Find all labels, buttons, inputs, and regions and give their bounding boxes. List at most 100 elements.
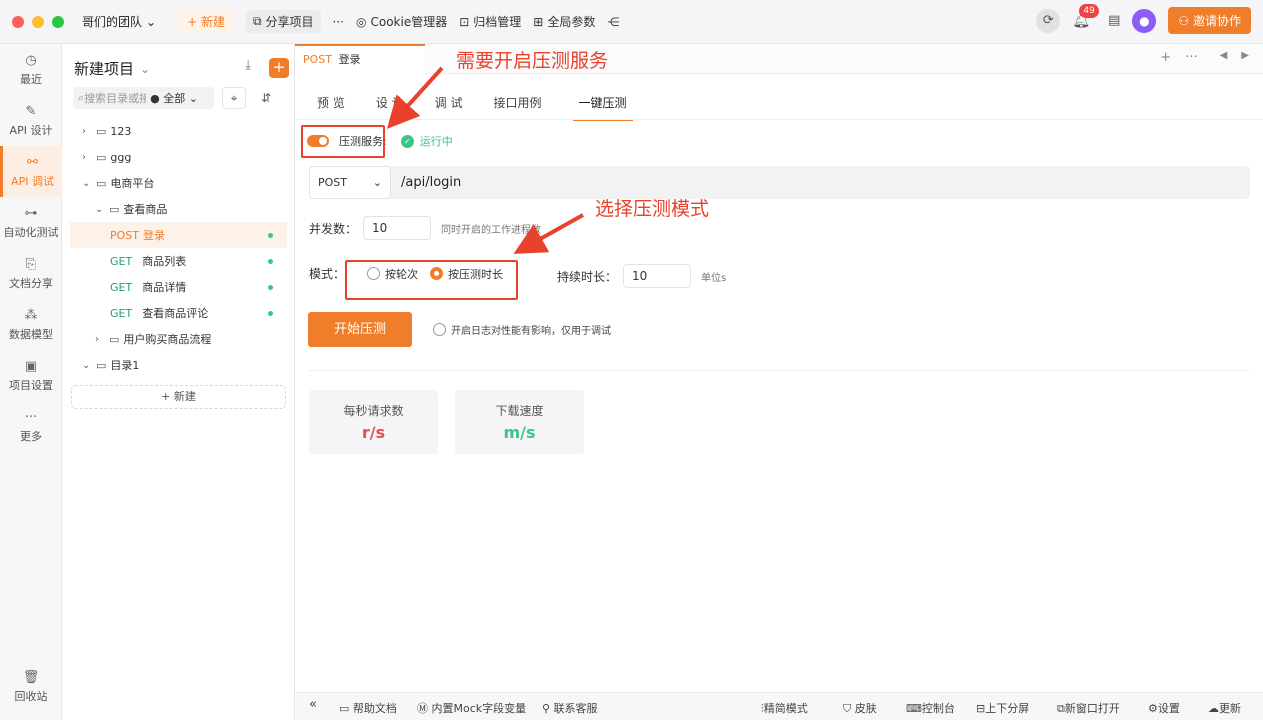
tree-folder-shop[interactable]: ⌄ ▭ 电商平台: [70, 170, 287, 196]
collapse-sidebar-icon[interactable]: «: [309, 697, 317, 712]
more-menu-button[interactable]: ···: [333, 15, 344, 29]
nav-item-recent[interactable]: ◷ 最近: [0, 44, 62, 95]
invite-button[interactable]: ⚇ 邀请协作: [1168, 7, 1251, 34]
log-toggle-row[interactable]: 开启日志对性能有影响，仅用于调试: [433, 322, 611, 337]
contact-support-button[interactable]: ⚲ 联系客服: [542, 700, 598, 716]
tab-stress-test[interactable]: 一键压测: [572, 94, 633, 121]
tab-cases[interactable]: 接口用例: [493, 94, 541, 121]
flow-icon: ⊶: [24, 205, 38, 221]
nav-item-doc-share[interactable]: ⎘ 文档分享: [0, 248, 62, 299]
tree-folder-dir1[interactable]: ⌄ ▭ 目录1: [70, 352, 287, 378]
duration-input[interactable]: 10: [623, 264, 692, 288]
tree-api-login[interactable]: POST 登录: [70, 222, 287, 248]
chevron-down-icon[interactable]: ⌄: [140, 62, 150, 76]
tree-api-comments[interactable]: GET 查看商品评论: [70, 300, 287, 326]
avatar[interactable]: ●: [1132, 8, 1157, 33]
concurrency-input[interactable]: 10: [363, 216, 432, 240]
help-docs-button[interactable]: ▭ 帮助文档: [339, 700, 397, 716]
nav-label: 项目设置: [9, 378, 53, 392]
model-icon: ⁂: [24, 307, 38, 323]
tree-api-list[interactable]: GET 商品列表: [70, 248, 287, 274]
locate-icon[interactable]: ⌖: [222, 87, 246, 109]
add-tab-icon[interactable]: +: [1160, 50, 1171, 65]
mock-fields-button[interactable]: Ⓜ 内置Mock字段变量: [417, 700, 526, 716]
new-button[interactable]: + 新建: [178, 10, 234, 33]
filter-select[interactable]: ● 全部 ⌄: [150, 90, 198, 106]
chevron-down-icon: ⌄: [372, 176, 382, 189]
collapse-menu-icon[interactable]: ⋲: [607, 15, 619, 29]
tab-design[interactable]: 设 计: [376, 94, 404, 121]
tab-divider: [295, 119, 1263, 120]
nav-label: 最近: [20, 72, 42, 86]
nav-item-project-settings[interactable]: ▣ 项目设置: [0, 350, 62, 401]
folder-icon: ▭: [109, 202, 120, 216]
notification-badge: 49: [1079, 3, 1099, 18]
api-label: 商品详情: [142, 281, 187, 294]
minimize-window-button[interactable]: [32, 15, 44, 28]
tree-list: › ▭ 123 › ▭ ggg ⌄ ▭ 电商平台 ⌄ ▭ 查看商品 POST 登…: [70, 118, 287, 378]
search-input[interactable]: ⌕ 搜索目录或接口 ● 全部 ⌄: [73, 87, 214, 109]
tree-folder-123[interactable]: › ▭ 123: [70, 118, 287, 144]
radio-unchecked: [433, 323, 446, 336]
document-icon[interactable]: ▤: [1108, 13, 1120, 28]
compact-mode-button[interactable]: ⫶精简模式: [761, 700, 808, 716]
method-label: GET: [110, 280, 133, 294]
tab-preview[interactable]: 预 览: [317, 94, 345, 121]
duration-unit: 单位s: [701, 272, 727, 284]
project-title[interactable]: 新建项目: [74, 58, 134, 79]
console-button[interactable]: ⌨控制台: [906, 700, 955, 716]
tree-new-button[interactable]: + 新建: [71, 385, 286, 409]
share-project-button[interactable]: ⧉ 分享项目: [245, 10, 321, 33]
console-label: 控制台: [921, 702, 955, 715]
archive-manager-button[interactable]: ⊡ 归档管理: [459, 13, 521, 30]
close-window-button[interactable]: [12, 15, 24, 28]
nav-item-api-debug[interactable]: ⚯ API 调试: [0, 146, 62, 197]
url-value[interactable]: /api/login: [401, 175, 461, 190]
nav-item-data-model[interactable]: ⁂ 数据模型: [0, 299, 62, 350]
folder-icon: ▭: [96, 176, 107, 190]
doc-share-icon: ⎘: [25, 256, 37, 272]
method-select[interactable]: POST ⌄: [309, 166, 391, 199]
tree-header: 新建项目 ⌄ ⤓ +: [74, 58, 289, 79]
status-dot: [268, 311, 273, 316]
nav-item-api-design[interactable]: ✎ API 设计: [0, 95, 62, 146]
user-icon: ●: [1139, 13, 1150, 28]
settings-label: 设置: [1157, 702, 1180, 715]
team-selector[interactable]: 哥们的团队 ⌄: [82, 13, 156, 30]
add-button[interactable]: +: [269, 58, 289, 78]
skin-button[interactable]: ⛉ 皮肤: [843, 700, 877, 716]
chevron-right-icon: ›: [95, 333, 99, 345]
stat-download-speed: 下载速度 m/s: [455, 390, 584, 454]
new-window-button[interactable]: ⧉新窗口打开: [1057, 700, 1120, 716]
next-tab-icon[interactable]: ▶: [1241, 50, 1249, 65]
global-params-button[interactable]: ⊞ 全局参数: [533, 13, 595, 30]
tree-folder-flow[interactable]: › ▭ 用户购买商品流程: [70, 326, 287, 352]
api-label: 商品列表: [142, 255, 187, 268]
prev-tab-icon[interactable]: ◀: [1220, 50, 1228, 65]
import-icon[interactable]: ⤓: [245, 58, 251, 73]
tree-folder-view[interactable]: ⌄ ▭ 查看商品: [70, 196, 287, 222]
tab-debug[interactable]: 调 试: [435, 94, 463, 121]
more-icon[interactable]: ···: [1185, 50, 1197, 65]
maximize-window-button[interactable]: [52, 15, 64, 28]
tab-post-login[interactable]: POST 登录: [295, 44, 425, 74]
nav-item-auto-test[interactable]: ⊶ 自动化测试: [0, 197, 62, 248]
nav-item-more[interactable]: ··· 更多: [0, 401, 62, 452]
stat-value: m/s: [503, 423, 536, 442]
nav-label: API 设计: [9, 123, 53, 137]
update-button[interactable]: ☁更新: [1208, 700, 1241, 716]
folder-label: 查看商品: [123, 203, 168, 216]
split-view-button[interactable]: ⊟上下分屏: [976, 700, 1029, 716]
nav-item-trash[interactable]: 🗑︎ 回收站: [0, 661, 62, 712]
tree-folder-ggg[interactable]: › ▭ ggg: [70, 144, 287, 170]
cookie-manager-button[interactable]: ◎ Cookie管理器: [356, 13, 447, 30]
start-stress-test-button[interactable]: 开始压测: [308, 312, 412, 347]
tree-api-detail[interactable]: GET 商品详情: [70, 274, 287, 300]
nav-label: 数据模型: [9, 327, 53, 341]
sort-icon[interactable]: ⇵: [254, 87, 278, 109]
main-panel: POST 登录 + ··· ◀ ▶ 预 览 设 计 调 试 接口用例 一键压测 …: [295, 44, 1263, 692]
notification-button[interactable]: 🔔︎ 49: [1072, 3, 1099, 29]
sync-icon[interactable]: ⟳: [1036, 8, 1061, 33]
folder-label: 用户购买商品流程: [123, 333, 212, 346]
settings-button[interactable]: ⚙设置: [1148, 700, 1180, 716]
